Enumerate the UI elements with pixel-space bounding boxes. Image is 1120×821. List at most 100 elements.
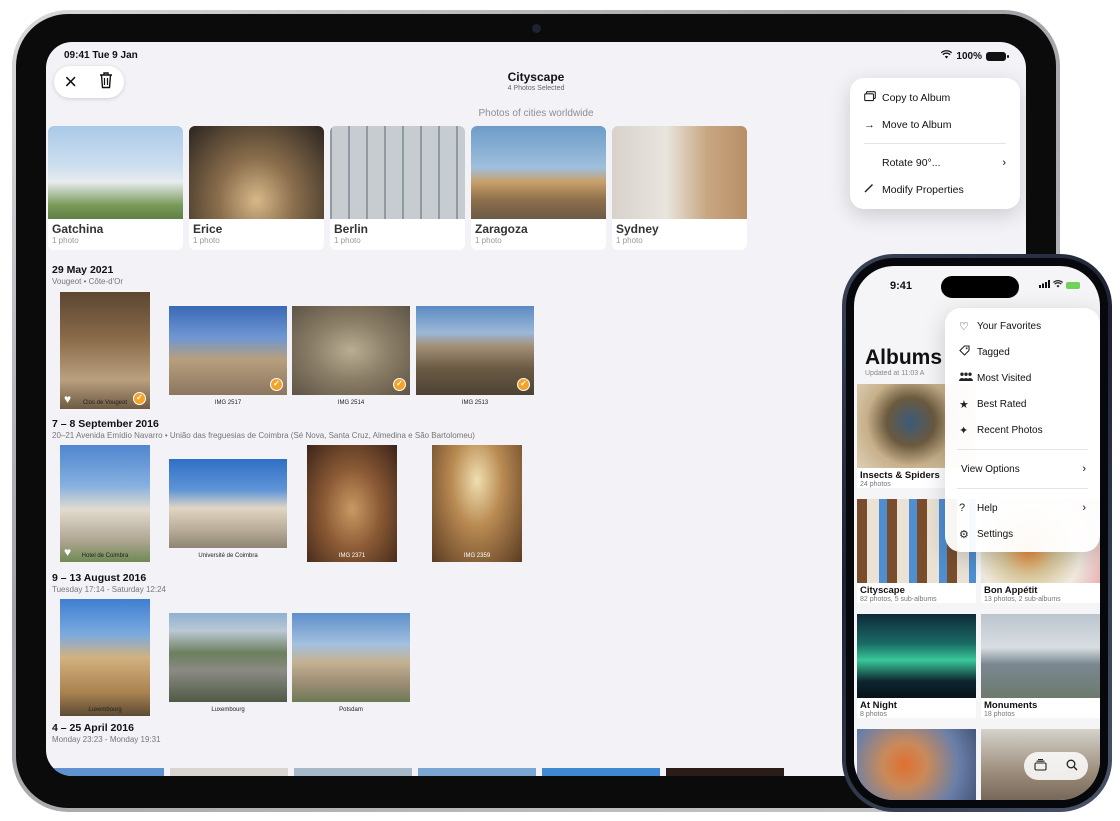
menu-best-rated[interactable]: ★ Best Rated — [945, 391, 1100, 417]
album-name: Zaragoza — [475, 222, 528, 236]
people-icon — [959, 372, 977, 384]
photo-caption: IMG 2517 — [214, 400, 242, 406]
battery-icon — [1066, 281, 1080, 289]
photo-item[interactable]: ✓ IMG 2517 — [169, 306, 287, 406]
menu-settings[interactable]: ⚙ Settings — [945, 521, 1100, 547]
photo-caption: Hotel de Coimbra — [81, 553, 129, 559]
battery-percent: 100% — [956, 50, 982, 62]
menu-label: Rotate 90°... — [882, 156, 941, 169]
album-thumbnail — [857, 614, 976, 698]
tag-icon — [959, 345, 977, 359]
menu-your-favorites[interactable]: ♡ Your Favorites — [945, 313, 1100, 339]
menu-copy-to-album[interactable]: Copy to Album — [850, 84, 1020, 111]
checkmark-icon[interactable]: ✓ — [393, 378, 406, 391]
album-thumbnail — [330, 126, 465, 219]
menu-help[interactable]: ? Help › — [945, 495, 1100, 521]
photo-caption: IMG 2513 — [461, 400, 489, 406]
photo-item[interactable]: Potsdam — [292, 613, 410, 713]
photo-item[interactable]: ✓ IMG 2513 — [416, 306, 534, 406]
search-icon[interactable] — [1066, 759, 1078, 774]
date-header: 29 May 2021 Vougeot • Côte-d'Or — [52, 264, 123, 286]
album-count: 13 photos, 2 sub-albums — [984, 596, 1061, 603]
menu-label: Modify Properties — [882, 183, 964, 196]
album-name: At Night — [860, 700, 897, 711]
photo-caption: Université de Coimbra — [198, 553, 258, 559]
group-place: 20–21 Avenida Emídio Navarro • União das… — [52, 431, 475, 440]
group-date: 29 May 2021 — [52, 264, 114, 276]
album-thumbnail — [48, 126, 183, 219]
photo-thumbnail[interactable] — [294, 768, 412, 776]
copy-album-icon — [864, 90, 882, 105]
chevron-right-icon: › — [1082, 463, 1086, 475]
album-thumbnail — [471, 126, 606, 219]
photo-thumbnail[interactable] — [666, 768, 784, 776]
photo-thumbnail: ✓ — [169, 306, 287, 395]
menu-view-options[interactable]: View Options › — [945, 456, 1100, 482]
photo-item[interactable]: IMG 2371 — [307, 445, 397, 562]
iphone-bezel: 9:41 Albums Updated at 11:03 A Insects &… — [846, 258, 1108, 808]
sub-album-card[interactable]: Sydney 1 photo — [612, 126, 747, 250]
menu-move-to-album[interactable]: → Move to Album — [850, 111, 1020, 138]
album-name: Monuments — [984, 700, 1038, 711]
album-name: Bon Appétit — [984, 585, 1038, 596]
sub-album-card[interactable]: Zaragoza 1 photo — [471, 126, 606, 250]
photo-item[interactable]: ♥ Hotel de Coimbra — [60, 445, 150, 562]
photo-thumbnail — [169, 459, 287, 548]
photo-thumbnail: ✓ — [292, 306, 410, 395]
photo-thumbnail: ✓ — [416, 306, 534, 395]
arrow-right-icon: → — [864, 118, 875, 131]
photo-thumbnail[interactable] — [170, 768, 288, 776]
album-name: Cityscape — [860, 585, 905, 596]
photo-item[interactable]: ♥ ✓ Clos de Vougeot — [60, 292, 150, 409]
photo-thumbnail[interactable] — [46, 768, 164, 776]
bottom-toolbar — [1024, 752, 1088, 780]
wifi-icon — [941, 50, 953, 62]
album-name: Gatchina — [52, 222, 104, 236]
sub-album-card[interactable]: Berlin 1 photo — [330, 126, 465, 250]
photo-item[interactable]: Luxembourg — [169, 613, 287, 713]
iphone-screen: 9:41 Albums Updated at 11:03 A Insects &… — [854, 266, 1100, 800]
album-tile[interactable]: Monuments 18 photos — [981, 614, 1100, 718]
stack-icon[interactable] — [1034, 758, 1047, 774]
menu-recent-photos[interactable]: ✦ Recent Photos — [945, 417, 1100, 443]
photo-thumbnail[interactable] — [542, 768, 660, 776]
camera-dot — [532, 24, 541, 33]
menu-label: Best Rated — [977, 398, 1027, 410]
menu-label: View Options — [961, 463, 1020, 475]
photo-item[interactable]: IMG 2359 — [432, 445, 522, 562]
checkmark-icon[interactable]: ✓ — [517, 378, 530, 391]
photo-item[interactable]: Université de Coimbra — [169, 459, 287, 559]
date-header: 7 – 8 September 2016 20–21 Avenida Emídi… — [52, 418, 475, 440]
photo-thumbnail — [292, 613, 410, 702]
checkmark-icon[interactable]: ✓ — [270, 378, 283, 391]
menu-label: Help — [977, 502, 998, 514]
photo-item[interactable]: ✓ IMG 2514 — [292, 306, 410, 406]
group-date: 4 – 25 April 2016 — [52, 722, 134, 734]
status-indicators — [1039, 280, 1080, 290]
menu-modify-properties[interactable]: Modify Properties — [850, 176, 1020, 203]
status-bar: 09:41 Tue 9 Jan 100% — [46, 48, 1026, 64]
menu-most-visited[interactable]: Most Visited — [945, 365, 1100, 391]
group-date: 7 – 8 September 2016 — [52, 418, 159, 430]
heart-outline-icon: ♡ — [959, 320, 969, 333]
sub-album-card[interactable]: Gatchina 1 photo — [48, 126, 183, 250]
photo-item[interactable]: Luxembourg — [60, 599, 150, 716]
photo-thumbnail[interactable] — [418, 768, 536, 776]
album-thumbnail — [612, 126, 747, 219]
star-icon: ★ — [959, 398, 969, 411]
sub-album-card[interactable]: Erice 1 photo — [189, 126, 324, 250]
album-tile[interactable]: At Night 8 photos — [857, 614, 976, 718]
album-thumbnail[interactable] — [857, 729, 976, 800]
photo-caption: IMG 2371 — [338, 553, 366, 559]
menu-tagged[interactable]: Tagged — [945, 339, 1100, 365]
album-count: 1 photo — [616, 236, 643, 245]
menu-rotate[interactable]: Rotate 90°... › — [850, 149, 1020, 176]
album-name: Sydney — [616, 222, 659, 236]
album-count: 1 photo — [193, 236, 220, 245]
album-count: 82 photos, 5 sub-albums — [860, 596, 937, 603]
album-name: Berlin — [334, 222, 369, 236]
gear-icon: ⚙ — [959, 528, 969, 541]
battery-icon — [986, 51, 1009, 61]
pencil-icon — [864, 183, 882, 196]
photo-caption: Clos de Vougeot — [82, 400, 128, 406]
